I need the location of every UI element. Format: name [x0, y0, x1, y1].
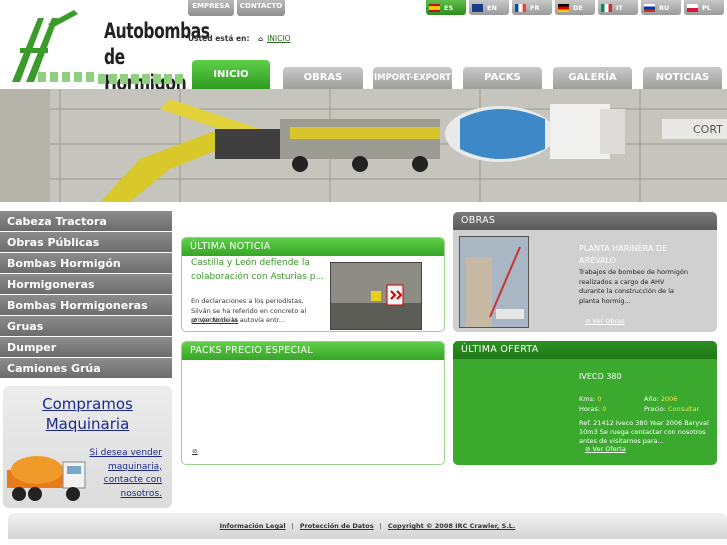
crane-building-photo [460, 237, 528, 327]
tab-noticias[interactable]: NOTICIAS [643, 67, 722, 89]
packs-heading: PACKS PRECIO ESPECIAL [182, 342, 444, 360]
concrete-pump-truck-photo: CORT [0, 89, 727, 202]
works-heading: OBRAS [453, 212, 717, 230]
uk-flag-icon [472, 3, 483, 12]
breadcrumb-label: Usted está en: [188, 34, 250, 43]
tab-packs[interactable]: PACKS [463, 67, 542, 89]
home-icon: ⌂ [258, 35, 264, 43]
ver-noticias-link[interactable]: ⊘ Ver Noticias [192, 316, 238, 324]
breadcrumb: Usted está en: ⌂ INICIO [188, 34, 290, 43]
italy-flag-icon [601, 3, 612, 12]
buy-title[interactable]: Compramos Maquinaria [3, 394, 172, 434]
russia-flag-icon [644, 3, 655, 12]
france-flag-icon [515, 3, 526, 12]
logo-mark-icon [12, 10, 94, 82]
latest-news-heading: ÚLTIMA NOTICIA [182, 238, 444, 256]
top-link-contacto[interactable]: CONTACTO [237, 0, 285, 16]
news-title[interactable]: Castilla y León defiende la colaboración… [182, 257, 327, 284]
packs-panel: PACKS PRECIO ESPECIAL ⊘ [181, 341, 445, 465]
works-title[interactable]: PLANTA HARINERA DE ARÉVALO [579, 243, 689, 267]
link-icon: ⊘ [585, 445, 591, 453]
lang-it[interactable]: IT [598, 0, 638, 15]
lang-de[interactable]: DE [555, 0, 595, 15]
works-photo[interactable] [459, 236, 529, 328]
tab-inicio[interactable]: INICIO [192, 60, 270, 89]
hero-banner: CORT [0, 89, 727, 202]
works-panel: OBRAS PLANTA HARINERA DE ARÉVALO Trabajo… [453, 212, 717, 332]
buy-machinery-box[interactable]: Compramos Maquinaria Si desea vender maq… [3, 386, 172, 508]
road-works-photo [331, 263, 421, 329]
mixer-truck-icon [7, 456, 86, 501]
menu-item-bombas-hormigoneras[interactable]: Bombas Hormigoneras [0, 295, 172, 316]
logo[interactable]: Autobombas de Hormigon [8, 8, 210, 95]
spain-flag-icon [429, 3, 440, 12]
menu-item-bombas-hormigon[interactable]: Bombas Hormigón [0, 253, 172, 274]
breadcrumb-link-inicio[interactable]: INICIO [267, 34, 290, 43]
offer-hours: Horas: 0 [579, 405, 607, 413]
lang-pl[interactable]: PL [684, 0, 724, 15]
page: Autobombas de Hormigon EMPRESA CONTACTO … [0, 0, 727, 545]
ver-oferta-link[interactable]: ⊘ Ver Oferta [585, 445, 626, 453]
buy-text[interactable]: Si desea vender maquinaria, contacte con… [82, 447, 162, 501]
offer-model[interactable]: IVECO 380 [579, 372, 622, 381]
offer-text: Ref. 21412 Iveco 380 Year 2006 Baryval 1… [579, 419, 709, 445]
tab-galeria[interactable]: GALERÍA [553, 67, 632, 89]
packs-link-icon[interactable]: ⊘ [192, 447, 197, 455]
menu-item-cabeza-tractora[interactable]: Cabeza Tractora [0, 211, 172, 232]
footer-link-privacy[interactable]: Protección de Datos [300, 522, 374, 530]
footer: Información Legal | Protección de Datos | Co… [8, 513, 727, 539]
logo-bar-icon [98, 74, 183, 84]
footer-copyright[interactable]: Copyright © 2008 IRC Crawler, S.L. [388, 522, 516, 530]
tab-import-export[interactable]: IMPORT-EXPORT [373, 67, 452, 89]
menu-item-obras-publicas[interactable]: Obras Públicas [0, 232, 172, 253]
menu-item-camiones-grua[interactable]: Camiones Grúa [0, 358, 172, 379]
top-link-empresa[interactable]: EMPRESA [188, 0, 234, 16]
menu-item-gruas[interactable]: Gruas [0, 316, 172, 337]
footer-link-legal[interactable]: Información Legal [220, 522, 286, 530]
menu-item-hormigoneras[interactable]: Hormigoneras [0, 274, 172, 295]
poland-flag-icon [687, 3, 698, 12]
news-photo[interactable] [330, 262, 422, 330]
offer-year: Año: 2006 [644, 395, 678, 403]
lang-en[interactable]: EN [469, 0, 509, 15]
works-text: Trabajos de bombeo de hormigón realizado… [579, 268, 689, 305]
lang-es[interactable]: ES [426, 0, 466, 15]
germany-flag-icon [558, 3, 569, 12]
link-icon: ⊘ [585, 317, 591, 325]
ver-obras-link[interactable]: ⊘ Ver Obras [585, 317, 625, 325]
offer-price: Precio: Consultar [644, 405, 700, 413]
latest-offer-panel: ÚLTIMA OFERTA IVECO 380 Kms: 0 Año: 2006… [453, 341, 717, 465]
language-selector: ES EN FR DE IT RU PL [426, 0, 724, 15]
lang-ru[interactable]: RU [641, 0, 681, 15]
tab-obras[interactable]: OBRAS [283, 67, 363, 89]
menu-item-dumper[interactable]: Dumper [0, 337, 172, 358]
latest-news-panel: ÚLTIMA NOTICIA Castilla y León defiende … [181, 237, 445, 332]
lang-fr[interactable]: FR [512, 0, 552, 15]
svg-text:CORT: CORT [693, 123, 723, 136]
latest-offer-heading: ÚLTIMA OFERTA [453, 341, 717, 359]
offer-kms: Kms: 0 [579, 395, 602, 403]
link-icon: ⊘ [192, 316, 198, 324]
category-menu: Cabeza Tractora Obras Públicas Bombas Ho… [0, 211, 172, 379]
